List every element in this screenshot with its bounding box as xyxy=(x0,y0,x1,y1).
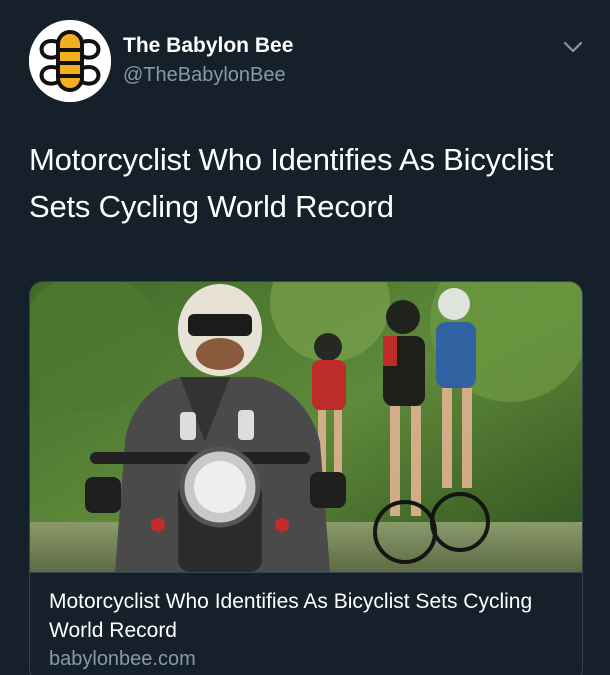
card-image[interactable] xyxy=(30,282,582,572)
babylon-bee-logo-icon xyxy=(29,20,111,102)
tweet: The Babylon Bee @TheBabylonBee Motorcycl… xyxy=(0,0,610,675)
card-domain[interactable]: babylonbee.com xyxy=(49,648,196,671)
link-card[interactable]: Motorcyclist Who Identifies As Bicyclist… xyxy=(29,281,583,675)
display-name[interactable]: The Babylon Bee xyxy=(123,34,293,58)
card-title[interactable]: Motorcyclist Who Identifies As Bicyclist… xyxy=(49,587,569,645)
avatar[interactable] xyxy=(29,20,111,102)
card-body[interactable]: Motorcyclist Who Identifies As Bicyclist… xyxy=(30,572,582,675)
tweet-text: Motorcyclist Who Identifies As Bicyclist… xyxy=(29,142,554,224)
motorcyclist-photo-icon xyxy=(30,282,582,572)
handle[interactable]: @TheBabylonBee xyxy=(123,64,286,87)
chevron-down-icon[interactable] xyxy=(562,38,584,56)
